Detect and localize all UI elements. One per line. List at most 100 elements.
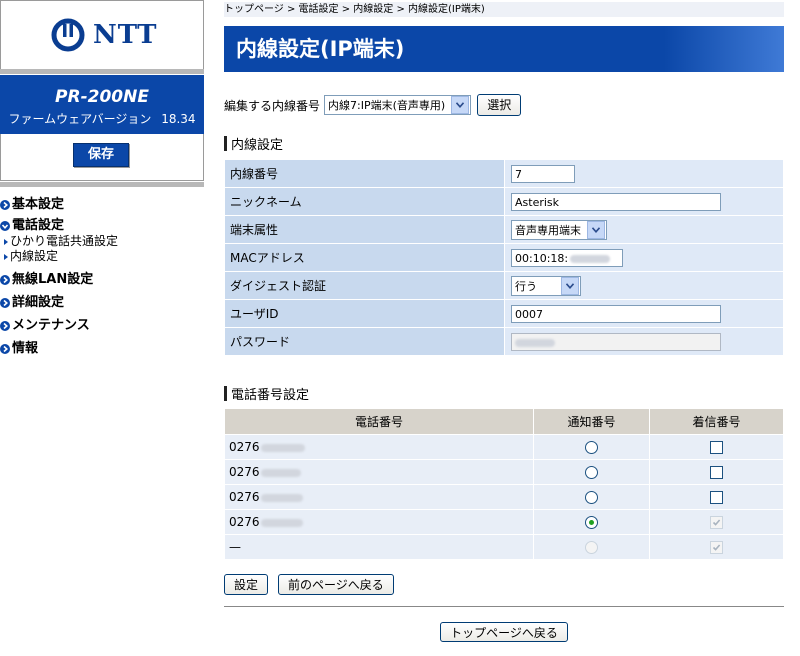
form-row-mac: MACアドレス 00:10:18: <box>224 243 784 272</box>
sidebar-item-basic[interactable]: 基本設定 <box>0 193 205 216</box>
sidebar-item-label: 情報 <box>12 340 39 356</box>
column-header: 着信番号 <box>649 408 784 435</box>
save-button[interactable]: 保存 <box>73 143 129 167</box>
field-value-cell: 音声専用端末 <box>504 215 784 244</box>
phone-number: 0276 <box>229 440 260 454</box>
section-title: 内線設定 <box>231 137 284 153</box>
notify-radio[interactable] <box>585 466 598 479</box>
field-label: MACアドレス <box>224 243 505 272</box>
sidebar-subitem-hikari-common[interactable]: ひかり電話共通設定 <box>0 234 205 249</box>
sidebar-item-wlan[interactable]: 無線LAN設定 <box>0 268 205 291</box>
phone-number: 0276 <box>229 515 260 529</box>
sidebar-item-phone[interactable]: 電話設定 <box>0 216 205 236</box>
chevron-right-icon <box>0 274 10 285</box>
chevron-down-icon <box>451 96 470 114</box>
table-row: 0276 <box>224 484 784 510</box>
ntt-logo-icon <box>51 18 85 52</box>
notify-cell <box>533 434 650 460</box>
back-button[interactable]: 前のページへ戻る <box>278 574 394 595</box>
table-row: 0276 <box>224 459 784 485</box>
nickname-input[interactable]: Asterisk <box>511 192 721 211</box>
extension-section-heading: 内線設定 <box>224 134 284 153</box>
column-header: 通知番号 <box>533 408 650 435</box>
checkmark-icon <box>712 519 721 526</box>
section-title: 電話番号設定 <box>231 387 310 403</box>
select-button[interactable]: 選択 <box>477 94 522 116</box>
top-page-button[interactable]: トップページへ戻る <box>440 622 568 642</box>
ntt-logo[interactable]: NTT <box>51 17 158 53</box>
field-label: ニックネーム <box>224 187 505 216</box>
incoming-cell <box>649 459 784 485</box>
firmware-label: ファームウェアバージョン <box>8 112 152 126</box>
incoming-checkbox[interactable] <box>710 491 723 504</box>
field-value-cell: Asterisk <box>504 187 784 216</box>
sidebar-item-maintenance[interactable]: メンテナンス <box>0 314 205 337</box>
incoming-checkbox[interactable] <box>710 441 723 454</box>
field-label: 端末属性 <box>224 215 505 244</box>
title-bar: 内線設定(IP端末) <box>224 26 784 72</box>
heading-bar <box>224 135 227 151</box>
phone-number-cell: 0276 <box>224 509 534 535</box>
extension-select[interactable]: 内線7:IP端末(音声専用) <box>324 95 472 115</box>
phone-table-body: 0276 0276 0276 0276 — <box>224 434 784 560</box>
sidebar-item-label: 基本設定 <box>12 196 65 212</box>
sidebar-item-info[interactable]: 情報 <box>0 337 205 360</box>
phone-section-heading: 電話番号設定 <box>224 384 310 403</box>
password-input[interactable] <box>511 332 721 351</box>
digest-auth-select[interactable]: 行う <box>511 275 581 296</box>
incoming-cell <box>649 534 784 560</box>
digest-auth-value: 行う <box>515 279 537 293</box>
chevron-down-icon <box>561 276 579 295</box>
sidebar-item-label: 無線LAN設定 <box>12 271 94 287</box>
sidebar-nav: 基本設定 電話設定 ひかり電話共通設定 内線設定 無線LAN設定 詳細設定 メン… <box>0 193 205 360</box>
form-row-digest-auth: ダイジェスト認証 行う <box>224 271 784 300</box>
field-label: ユーザID <box>224 299 505 328</box>
phone-number-table: 電話番号 通知番号 着信番号 0276 0276 0276 0276 — <box>224 408 784 560</box>
sidebar-item-advanced[interactable]: 詳細設定 <box>0 291 205 314</box>
checkmark-icon <box>712 544 721 551</box>
table-row: 0276 <box>224 509 784 535</box>
set-button[interactable]: 設定 <box>224 574 269 595</box>
form-row-extension-number: 内線番号 7 <box>224 159 784 188</box>
field-value-cell: 行う <box>504 271 784 300</box>
notify-radio <box>585 541 598 554</box>
notify-cell <box>533 534 650 560</box>
notify-radio[interactable] <box>585 516 598 529</box>
model-name: PR-200NE <box>55 87 149 107</box>
terminal-type-select[interactable]: 音声専用端末 <box>511 219 607 240</box>
form-row-terminal-type: 端末属性 音声専用端末 <box>224 215 784 244</box>
column-header: 電話番号 <box>224 408 534 435</box>
triangle-right-icon <box>4 238 8 245</box>
sidebar: NTT PR-200NE ファームウェアバージョン 18.34 保存 基本設定 … <box>0 0 206 656</box>
mac-address-input[interactable]: 00:10:18: <box>511 248 623 267</box>
save-area: 保存 <box>0 134 204 181</box>
sidebar-item-label: メンテナンス <box>12 317 90 333</box>
form-actions: 設定 前のページへ戻る <box>224 574 394 595</box>
phone-number: — <box>229 540 241 554</box>
firmware-version: 18.34 <box>161 112 196 126</box>
divider <box>0 69 204 74</box>
extension-select-value: 内線7:IP端末(音声専用) <box>328 99 446 112</box>
incoming-checkbox[interactable] <box>710 466 723 479</box>
sidebar-subitem-label: 内線設定 <box>10 249 59 263</box>
sidebar-subitem-extension[interactable]: 内線設定 <box>0 249 205 264</box>
field-value-cell: 0007 <box>504 299 784 328</box>
incoming-cell <box>649 484 784 510</box>
notify-cell <box>533 459 650 485</box>
field-value-cell: 00:10:18: <box>504 243 784 272</box>
notify-radio[interactable] <box>585 491 598 504</box>
mac-address-value: 00:10:18: <box>515 251 569 265</box>
chevron-down-icon <box>0 221 10 231</box>
chevron-right-icon <box>0 343 10 354</box>
logo-text: NTT <box>93 20 158 50</box>
extension-number-input[interactable]: 7 <box>511 164 575 183</box>
sidebar-subnav-phone: ひかり電話共通設定 内線設定 <box>0 234 205 264</box>
field-value-cell <box>504 327 784 356</box>
notify-radio[interactable] <box>585 441 598 454</box>
user-id-input[interactable]: 0007 <box>511 304 721 323</box>
field-label: 内線番号 <box>224 159 505 188</box>
phone-number-cell: 0276 <box>224 484 534 510</box>
chevron-right-icon <box>0 199 10 210</box>
edit-select-row: 編集する内線番号 内線7:IP端末(音声専用) 選択 <box>224 94 522 116</box>
chevron-right-icon <box>0 297 10 308</box>
